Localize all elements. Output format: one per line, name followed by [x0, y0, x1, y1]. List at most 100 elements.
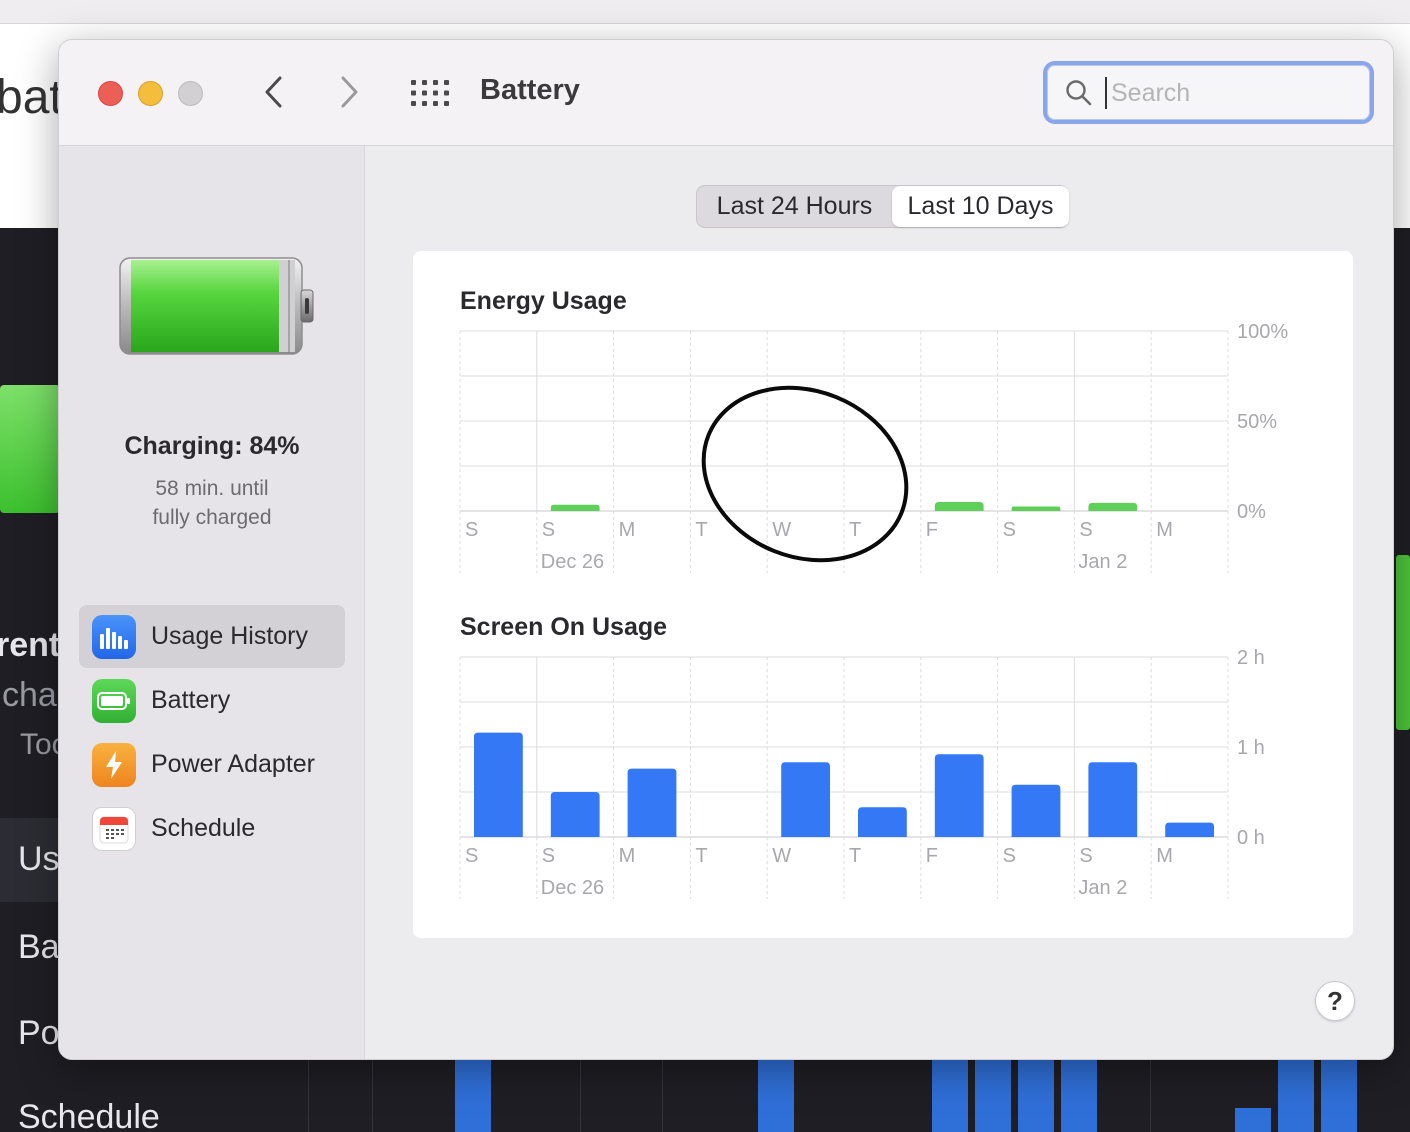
sidebar-item-power-adapter[interactable]: Power Adapter [79, 733, 345, 796]
sidebar: Charging: 84% 58 min. until fully charge… [59, 146, 365, 1059]
background-gridline [372, 1060, 373, 1132]
window-title: Battery [480, 74, 580, 106]
power-adapter-icon [92, 742, 136, 787]
battery-status-icon [119, 257, 314, 355]
background-bar [1235, 1108, 1271, 1132]
screen-x-tick-label: T [695, 845, 707, 867]
battery-icon [92, 678, 136, 723]
energy-x-tick-label: M [1156, 519, 1173, 541]
calendar-icon [92, 806, 136, 851]
show-all-grid-icon[interactable] [411, 80, 449, 106]
background-bar [1018, 1060, 1054, 1132]
screen-bar [1088, 762, 1138, 837]
background-text: Ba [18, 928, 60, 966]
energy-bar [550, 504, 600, 511]
background-bar [1061, 1060, 1097, 1132]
screen-x-tick-label: S [1003, 845, 1016, 867]
screen-x-tick-label: W [772, 845, 791, 867]
screen-bar [1011, 784, 1061, 837]
sidebar-item-label: Battery [151, 686, 231, 714]
forward-button[interactable] [329, 70, 369, 114]
tab-last-24-hours[interactable]: Last 24 Hours [697, 186, 892, 227]
energy-bar [934, 502, 984, 511]
screen-bar [858, 807, 907, 837]
charge-status-line: 58 min. until [155, 477, 269, 500]
battery-preferences-window: Battery Search Charging: 84% 58 min. unt… [58, 39, 1394, 1060]
background-bar [758, 1060, 794, 1132]
usage-charts-card: Energy Usage 100% 50% 0% S S Dec 26 M T W T F S S Jan… [413, 251, 1353, 938]
energy-y-tick-label: 0% [1237, 501, 1266, 523]
screen-on-usage-chart: 2 h 1 h 0 h S S Dec 26 M T W T F S S Jan 2 M [459, 647, 1265, 899]
screen-x-tick-label: S [542, 845, 555, 867]
background-gridline [1150, 1060, 1151, 1132]
background-menubar [0, 0, 1410, 24]
background-text: cha [2, 676, 57, 714]
background-gridline [580, 1060, 581, 1132]
screen-on-usage-title: Screen On Usage [460, 613, 668, 641]
screen-x-tick-label: M [619, 845, 636, 867]
screen-bar [474, 732, 523, 837]
zoom-button[interactable] [178, 81, 203, 106]
screen-bar [934, 754, 984, 837]
energy-bar [1011, 506, 1061, 511]
toolbar: Battery [59, 40, 1393, 146]
usage-history-icon [92, 614, 136, 659]
screen-bar [550, 792, 600, 837]
background-bar [1278, 1060, 1314, 1132]
energy-y-tick-label: 100% [1237, 321, 1288, 343]
energy-y-tick-label: 50% [1237, 411, 1277, 433]
charge-status-title: Charging: 84% [124, 432, 300, 460]
energy-date-label: Dec 26 [541, 551, 604, 573]
charge-status-line: fully charged [152, 506, 272, 529]
background-bar [1321, 1060, 1357, 1132]
screen-y-tick-label: 0 h [1237, 827, 1265, 849]
background-text: rent [0, 626, 61, 664]
background-battery-fragment [0, 385, 60, 513]
screen-x-tick-label: F [926, 845, 938, 867]
energy-x-tick-label: S [542, 519, 555, 541]
energy-x-tick-label: F [926, 519, 938, 541]
screen-bar [1165, 822, 1214, 837]
screen-x-tick-label: M [1156, 845, 1173, 867]
background-bar [455, 1060, 491, 1132]
background-bar [975, 1060, 1011, 1132]
background-title-fragment: bat [0, 71, 63, 124]
close-button[interactable] [98, 81, 123, 106]
screen-date-label: Dec 26 [541, 877, 604, 899]
background-text: Po [18, 1014, 60, 1052]
screen-x-tick-label: S [465, 845, 478, 867]
back-button[interactable] [254, 70, 294, 114]
sidebar-item-label: Power Adapter [151, 750, 315, 778]
background-gridline [662, 1060, 663, 1132]
screen-x-tick-label: T [849, 845, 861, 867]
screen-bar [781, 762, 830, 837]
search-field[interactable] [1043, 61, 1374, 124]
screen-date-label: Jan 2 [1078, 877, 1127, 899]
tab-last-10-days[interactable]: Last 10 Days [892, 186, 1069, 227]
sidebar-item-label: Usage History [151, 622, 308, 650]
energy-x-tick-label: S [1003, 519, 1016, 541]
energy-x-tick-label: S [465, 519, 478, 541]
background-text: Schedule [18, 1098, 160, 1132]
charge-status-subtitle: 58 min. until fully charged [59, 474, 365, 532]
search-icon [1066, 80, 1092, 106]
sidebar-item-battery[interactable]: Battery [79, 669, 345, 732]
background-bar [932, 1060, 968, 1132]
help-button[interactable]: ? [1315, 981, 1355, 1021]
chevron-left-icon [265, 76, 282, 108]
energy-x-tick-label: S [1079, 519, 1092, 541]
search-input[interactable] [1105, 77, 1355, 109]
screen-y-tick-label: 1 h [1237, 737, 1265, 759]
sidebar-item-usage-history[interactable]: Usage History [79, 605, 345, 668]
minimize-button[interactable] [138, 81, 163, 106]
hand-drawn-circle-annotation [701, 385, 909, 563]
screen-x-tick-label: S [1079, 845, 1092, 867]
energy-date-label: Jan 2 [1078, 551, 1127, 573]
sidebar-item-schedule[interactable]: Schedule [79, 797, 345, 860]
background-gridline [308, 1060, 309, 1132]
time-range-segmented-control: Last 24 Hours Last 10 Days [696, 185, 1069, 228]
background-green-bar [1396, 555, 1410, 730]
screen-bar [627, 768, 677, 837]
background-text: Us [18, 840, 60, 878]
chevron-right-icon [341, 76, 358, 108]
